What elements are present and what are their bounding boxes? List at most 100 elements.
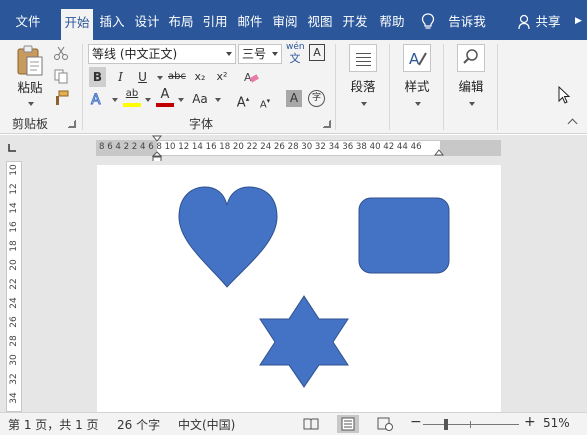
chevron-down-icon — [361, 101, 367, 106]
collapse-ribbon-icon[interactable] — [567, 118, 578, 129]
tab-help[interactable]: 帮助 — [376, 9, 408, 35]
clear-formatting-icon[interactable]: A — [243, 69, 259, 85]
tab-view[interactable]: 视图 — [304, 9, 336, 35]
tab-layout[interactable]: 布局 — [165, 9, 197, 35]
zoom-out-button[interactable]: − — [410, 414, 422, 430]
zoom-in-button[interactable]: + — [524, 414, 536, 430]
text-effects-dropdown-arrow[interactable] — [112, 98, 118, 102]
underline-button[interactable]: U — [134, 67, 151, 87]
ribbon-home: 粘贴 剪贴板 等线 (中文正文) 三号 wén 文 A B I U abc x₂… — [0, 40, 587, 134]
phonetic-guide-button[interactable]: wén 文 — [286, 42, 305, 64]
divider — [82, 44, 83, 130]
svg-text:A: A — [244, 71, 252, 84]
chevron-down-icon — [469, 101, 475, 106]
horizontal-ruler-row: 8 6 4 2 2 4 6 8 10 12 14 16 18 20 22 24 … — [0, 135, 587, 163]
vertical-ruler-number: 20 — [9, 259, 19, 271]
tab-references[interactable]: 引用 — [199, 9, 231, 35]
font-name-value: 等线 (中文正文) — [92, 47, 178, 61]
shrink-font-button[interactable]: A▾ — [257, 91, 273, 111]
svg-text:A: A — [409, 50, 420, 68]
paragraph-icon — [349, 44, 377, 72]
zoom-level[interactable]: 51% — [543, 416, 570, 430]
vertical-ruler-number: 28 — [9, 335, 19, 347]
print-layout-button[interactable] — [337, 415, 359, 433]
paste-button[interactable]: 粘贴 — [10, 44, 50, 106]
font-color-button[interactable]: A — [156, 87, 174, 109]
chevron-down-icon — [272, 52, 278, 56]
strikethrough-button[interactable]: abc — [166, 67, 188, 87]
tab-insert[interactable]: 插入 — [96, 9, 128, 35]
grow-font-button[interactable]: A▴ — [235, 89, 251, 111]
tab-file[interactable]: 文件 — [8, 9, 48, 35]
font-group-label: 字体 — [189, 117, 214, 131]
ruler-numbers: 8 6 4 2 2 4 6 8 10 12 14 16 18 20 22 24 … — [99, 142, 422, 152]
document-canvas: 10 12 14 16 18 20 22 24 26 28 30 32 34 — [0, 161, 587, 412]
zoom-slider-thumb[interactable] — [444, 419, 448, 430]
editing-label: 编辑 — [458, 79, 484, 94]
text-effects-icon[interactable]: A — [89, 90, 107, 109]
copy-icon[interactable] — [53, 68, 69, 84]
word-count[interactable]: 26 个字 — [117, 416, 160, 433]
vertical-ruler-number: 22 — [9, 278, 19, 290]
highlight-button[interactable]: ab — [123, 87, 141, 109]
cut-icon[interactable] — [53, 45, 69, 61]
indent-marker-icon[interactable] — [152, 135, 162, 163]
ribbon-tab-bar: 文件 开始 插入 设计 布局 引用 邮件 审阅 视图 开发 帮助 告诉我 共享 … — [0, 0, 587, 40]
heart-shape[interactable] — [178, 186, 278, 288]
document-page[interactable] — [97, 165, 501, 412]
vertical-ruler-number: 32 — [9, 373, 19, 385]
styles-button[interactable]: A 样式 — [397, 44, 437, 114]
rounded-rectangle-shape[interactable] — [358, 197, 450, 274]
character-border-button[interactable]: A — [309, 44, 325, 61]
zoom-slider-center-tick — [470, 421, 471, 428]
grow-font-label: A — [236, 95, 246, 111]
chevron-down-icon — [415, 101, 421, 106]
shrink-font-label: A — [259, 99, 267, 111]
font-launcher-icon[interactable] — [323, 120, 331, 128]
tell-me-search[interactable]: 告诉我 — [444, 9, 490, 35]
enclose-characters-button[interactable]: 字 — [308, 90, 325, 107]
tab-review[interactable]: 审阅 — [269, 9, 301, 35]
italic-button[interactable]: I — [112, 67, 129, 87]
language-status[interactable]: 中文(中国) — [178, 416, 235, 433]
bold-button[interactable]: B — [89, 67, 106, 87]
tab-design[interactable]: 设计 — [131, 9, 163, 35]
right-indent-marker-icon[interactable] — [434, 149, 444, 159]
zoom-slider-track[interactable] — [423, 424, 519, 425]
styles-label: 样式 — [404, 79, 430, 94]
font-size-combo[interactable]: 三号 — [238, 44, 282, 64]
superscript-button[interactable]: x² — [213, 67, 231, 87]
clipboard-launcher-icon[interactable] — [68, 120, 76, 128]
horizontal-ruler[interactable]: 8 6 4 2 2 4 6 8 10 12 14 16 18 20 22 24 … — [96, 135, 501, 163]
font-color-dropdown-arrow[interactable] — [178, 98, 184, 102]
subscript-button[interactable]: x₂ — [191, 67, 209, 87]
change-case-dropdown-arrow[interactable] — [215, 98, 221, 102]
underline-dropdown-arrow[interactable] — [157, 76, 163, 80]
print-layout-icon — [341, 417, 355, 431]
highlight-dropdown-arrow[interactable] — [145, 98, 151, 102]
web-layout-button[interactable] — [374, 415, 396, 433]
read-mode-button[interactable] — [300, 415, 322, 433]
page-count[interactable]: 第 1 页，共 1 页 — [8, 416, 99, 433]
magnifier-icon — [457, 44, 485, 72]
change-case-button[interactable]: Aa — [189, 89, 211, 109]
font-name-combo[interactable]: 等线 (中文正文) — [88, 44, 236, 64]
tab-scroll-right-icon[interactable]: ▶ — [575, 16, 582, 26]
share-button[interactable]: 共享 — [534, 9, 562, 35]
paragraph-button[interactable]: 段落 — [343, 44, 383, 114]
vertical-ruler-number: 26 — [9, 316, 19, 328]
tab-developer[interactable]: 开发 — [340, 9, 370, 35]
paste-dropdown-arrow[interactable] — [28, 101, 34, 106]
tab-mailings[interactable]: 邮件 — [234, 9, 266, 35]
character-shading-button[interactable]: A — [286, 90, 302, 107]
editing-button[interactable]: 编辑 — [451, 44, 491, 114]
vertical-ruler[interactable]: 10 12 14 16 18 20 22 24 26 28 30 32 34 — [6, 161, 22, 412]
shapes-canvas — [178, 186, 450, 388]
format-painter-icon[interactable] — [53, 90, 69, 106]
tab-home[interactable]: 开始 — [61, 9, 93, 40]
tab-stop-selector-icon[interactable] — [6, 142, 18, 154]
six-point-star-shape[interactable] — [259, 295, 349, 388]
divider — [443, 44, 444, 130]
ruler-right-margin — [440, 141, 501, 155]
vertical-ruler-number: 18 — [9, 240, 19, 252]
